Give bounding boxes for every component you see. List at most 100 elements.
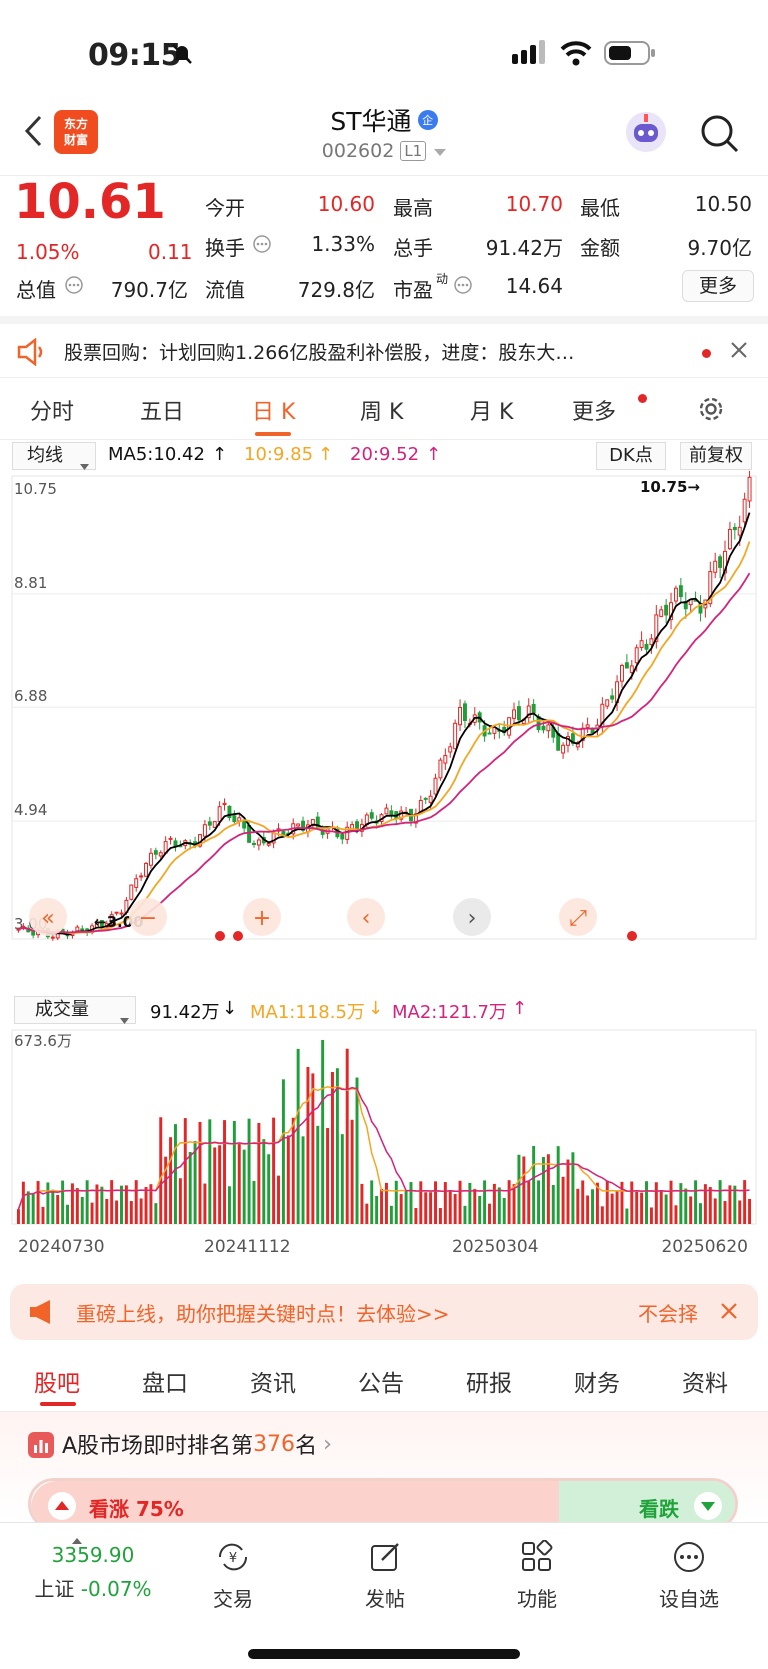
volume-bar bbox=[532, 1145, 536, 1224]
index-value: 3359.90 bbox=[51, 1543, 135, 1567]
volume-bar bbox=[115, 1200, 119, 1224]
volume-bar bbox=[46, 1182, 50, 1224]
chevron-left-icon-glyph[interactable]: ‹ bbox=[362, 906, 371, 931]
tab-finance[interactable]: 财务 bbox=[574, 1364, 620, 1398]
candle-body bbox=[516, 706, 521, 721]
volume-bar bbox=[100, 1186, 104, 1224]
index-widget[interactable]: 3359.90 上证 -0.07% bbox=[18, 1543, 168, 1602]
volume-ma1: MA1:118.5万 bbox=[250, 1002, 365, 1023]
volume-bar bbox=[527, 1181, 531, 1224]
volume-bar bbox=[41, 1206, 45, 1224]
field-value-open: 10.60 bbox=[317, 192, 375, 216]
volume-bar bbox=[66, 1204, 69, 1224]
nav-post[interactable]: 发帖 bbox=[340, 1539, 430, 1612]
enterprise-badge: 企 bbox=[417, 110, 438, 130]
tab-five-day[interactable]: 五日 bbox=[140, 394, 184, 426]
arrow-up-icon: ↑ bbox=[212, 444, 228, 465]
tab-pankou[interactable]: 盘口 bbox=[142, 1364, 188, 1398]
more-circle-icon[interactable] bbox=[453, 275, 473, 299]
banner-text[interactable]: 重磅上线，助你把握关键时点！去体验>> bbox=[76, 1298, 450, 1327]
caret-down-circle-icon bbox=[693, 1491, 723, 1525]
tab-news[interactable]: 资讯 bbox=[250, 1364, 296, 1398]
candle-body bbox=[487, 732, 492, 735]
level-badge[interactable]: L1 bbox=[400, 141, 427, 161]
content-tabs: 股吧 盘口 资讯 公告 研报 财务 资料 bbox=[0, 1350, 768, 1412]
nav-watchlist[interactable]: 设自选 bbox=[644, 1539, 734, 1612]
volume-bar bbox=[301, 1136, 305, 1224]
candle-body bbox=[531, 703, 536, 714]
volume-bar bbox=[247, 1118, 251, 1224]
more-button[interactable]: 更多 bbox=[682, 270, 754, 302]
ma20-label: 20:9.52 bbox=[350, 444, 420, 465]
double-chevron-left-icon-glyph[interactable]: « bbox=[41, 906, 54, 931]
expand-icon-glyph[interactable]: ⤢ bbox=[569, 906, 587, 931]
candle-body bbox=[649, 638, 654, 646]
candle-body bbox=[423, 797, 428, 800]
candle-body bbox=[256, 839, 261, 846]
tab-monthly-k[interactable]: 月 K bbox=[470, 394, 513, 426]
candle-body bbox=[585, 724, 590, 728]
adjust-button[interactable]: 前复权 bbox=[680, 442, 752, 470]
close-icon[interactable] bbox=[730, 341, 748, 363]
plus-icon-glyph[interactable]: + bbox=[253, 906, 271, 931]
volume-bar bbox=[61, 1180, 65, 1224]
close-icon[interactable] bbox=[720, 1302, 738, 1324]
candle-body bbox=[389, 810, 394, 815]
volume-bar bbox=[434, 1181, 437, 1224]
volume-bar bbox=[208, 1119, 212, 1224]
event-dot bbox=[627, 931, 637, 941]
volume-chart[interactable]: 673.6万 20240730 20241112 20250304 20250620 bbox=[0, 1024, 768, 1274]
field-label-turnover: 换手 bbox=[205, 236, 245, 260]
tab-guba[interactable]: 股吧 bbox=[34, 1364, 80, 1398]
candle-body bbox=[747, 476, 752, 502]
minus-icon-glyph[interactable]: − bbox=[139, 906, 157, 931]
volume-bar bbox=[173, 1124, 177, 1224]
candlestick-chart[interactable]: 10.758.816.884.943.0010.75→←3.00«−+‹›⤢ bbox=[0, 470, 768, 996]
candle-body bbox=[556, 733, 561, 751]
volume-bar bbox=[414, 1207, 418, 1224]
tab-intraday[interactable]: 分时 bbox=[30, 394, 74, 426]
promo-banner[interactable]: 重磅上线，助你把握关键时点！去体验>> 不会择 bbox=[10, 1284, 758, 1340]
assistant-avatar-icon[interactable] bbox=[624, 110, 668, 158]
candle-body bbox=[664, 604, 669, 616]
dk-button[interactable]: DK点 bbox=[596, 442, 666, 470]
chevron-right-icon-glyph[interactable]: › bbox=[468, 906, 477, 931]
search-icon[interactable] bbox=[700, 114, 740, 158]
volume-bar bbox=[718, 1180, 722, 1224]
tab-weekly-k[interactable]: 周 K bbox=[360, 394, 403, 426]
rank-text[interactable]: A股市场即时排名第 376 名 › bbox=[62, 1428, 332, 1460]
volume-bar bbox=[723, 1201, 727, 1224]
caret-down-icon[interactable] bbox=[434, 140, 447, 162]
tab-daily-k[interactable]: 日 K bbox=[252, 394, 295, 426]
tab-research[interactable]: 研报 bbox=[466, 1364, 512, 1398]
candle-body bbox=[217, 806, 222, 822]
home-indicator bbox=[248, 1649, 520, 1659]
volume-bar bbox=[684, 1188, 688, 1224]
field-label-float-cap: 流值 bbox=[205, 278, 245, 302]
nav-post-label: 发帖 bbox=[365, 1587, 405, 1611]
tab-profile[interactable]: 资料 bbox=[682, 1364, 728, 1398]
banner-dismiss-text[interactable]: 不会择 bbox=[638, 1298, 702, 1327]
more-circle-icon[interactable] bbox=[64, 275, 84, 299]
nav-function[interactable]: 功能 bbox=[492, 1539, 582, 1612]
notice-dot bbox=[702, 349, 711, 358]
ma-select[interactable]: 均线 bbox=[12, 442, 96, 470]
field-value-turnover: 1.33% bbox=[311, 232, 375, 256]
gear-icon[interactable] bbox=[696, 394, 726, 428]
volume-bar bbox=[507, 1180, 511, 1224]
more-circle-icon[interactable] bbox=[252, 234, 272, 258]
volume-bar bbox=[306, 1067, 310, 1224]
volume-bar bbox=[576, 1188, 580, 1224]
quote-panel: 10.61 1.05% 0.11 今开 10.60 最高 10.70 最低 10… bbox=[0, 174, 768, 314]
ma-select-label: 均线 bbox=[27, 445, 63, 466]
notice-text[interactable]: 股票回购：计划回购1.266亿股盈利补偿股，进度：股东大… bbox=[64, 338, 574, 365]
notice-bar[interactable]: 股票回购：计划回购1.266亿股盈利补偿股，进度：股东大… bbox=[0, 316, 768, 378]
volume-select[interactable]: 成交量 bbox=[14, 996, 136, 1024]
tab-more[interactable]: 更多 bbox=[572, 394, 616, 426]
last-price: 10.61 bbox=[14, 174, 166, 230]
signal-icon bbox=[512, 40, 548, 70]
tab-announcement[interactable]: 公告 bbox=[358, 1364, 404, 1398]
volume-bar bbox=[286, 1135, 290, 1224]
nav-trade[interactable]: ¥ 交易 bbox=[188, 1539, 278, 1612]
volume-bar bbox=[203, 1183, 207, 1224]
